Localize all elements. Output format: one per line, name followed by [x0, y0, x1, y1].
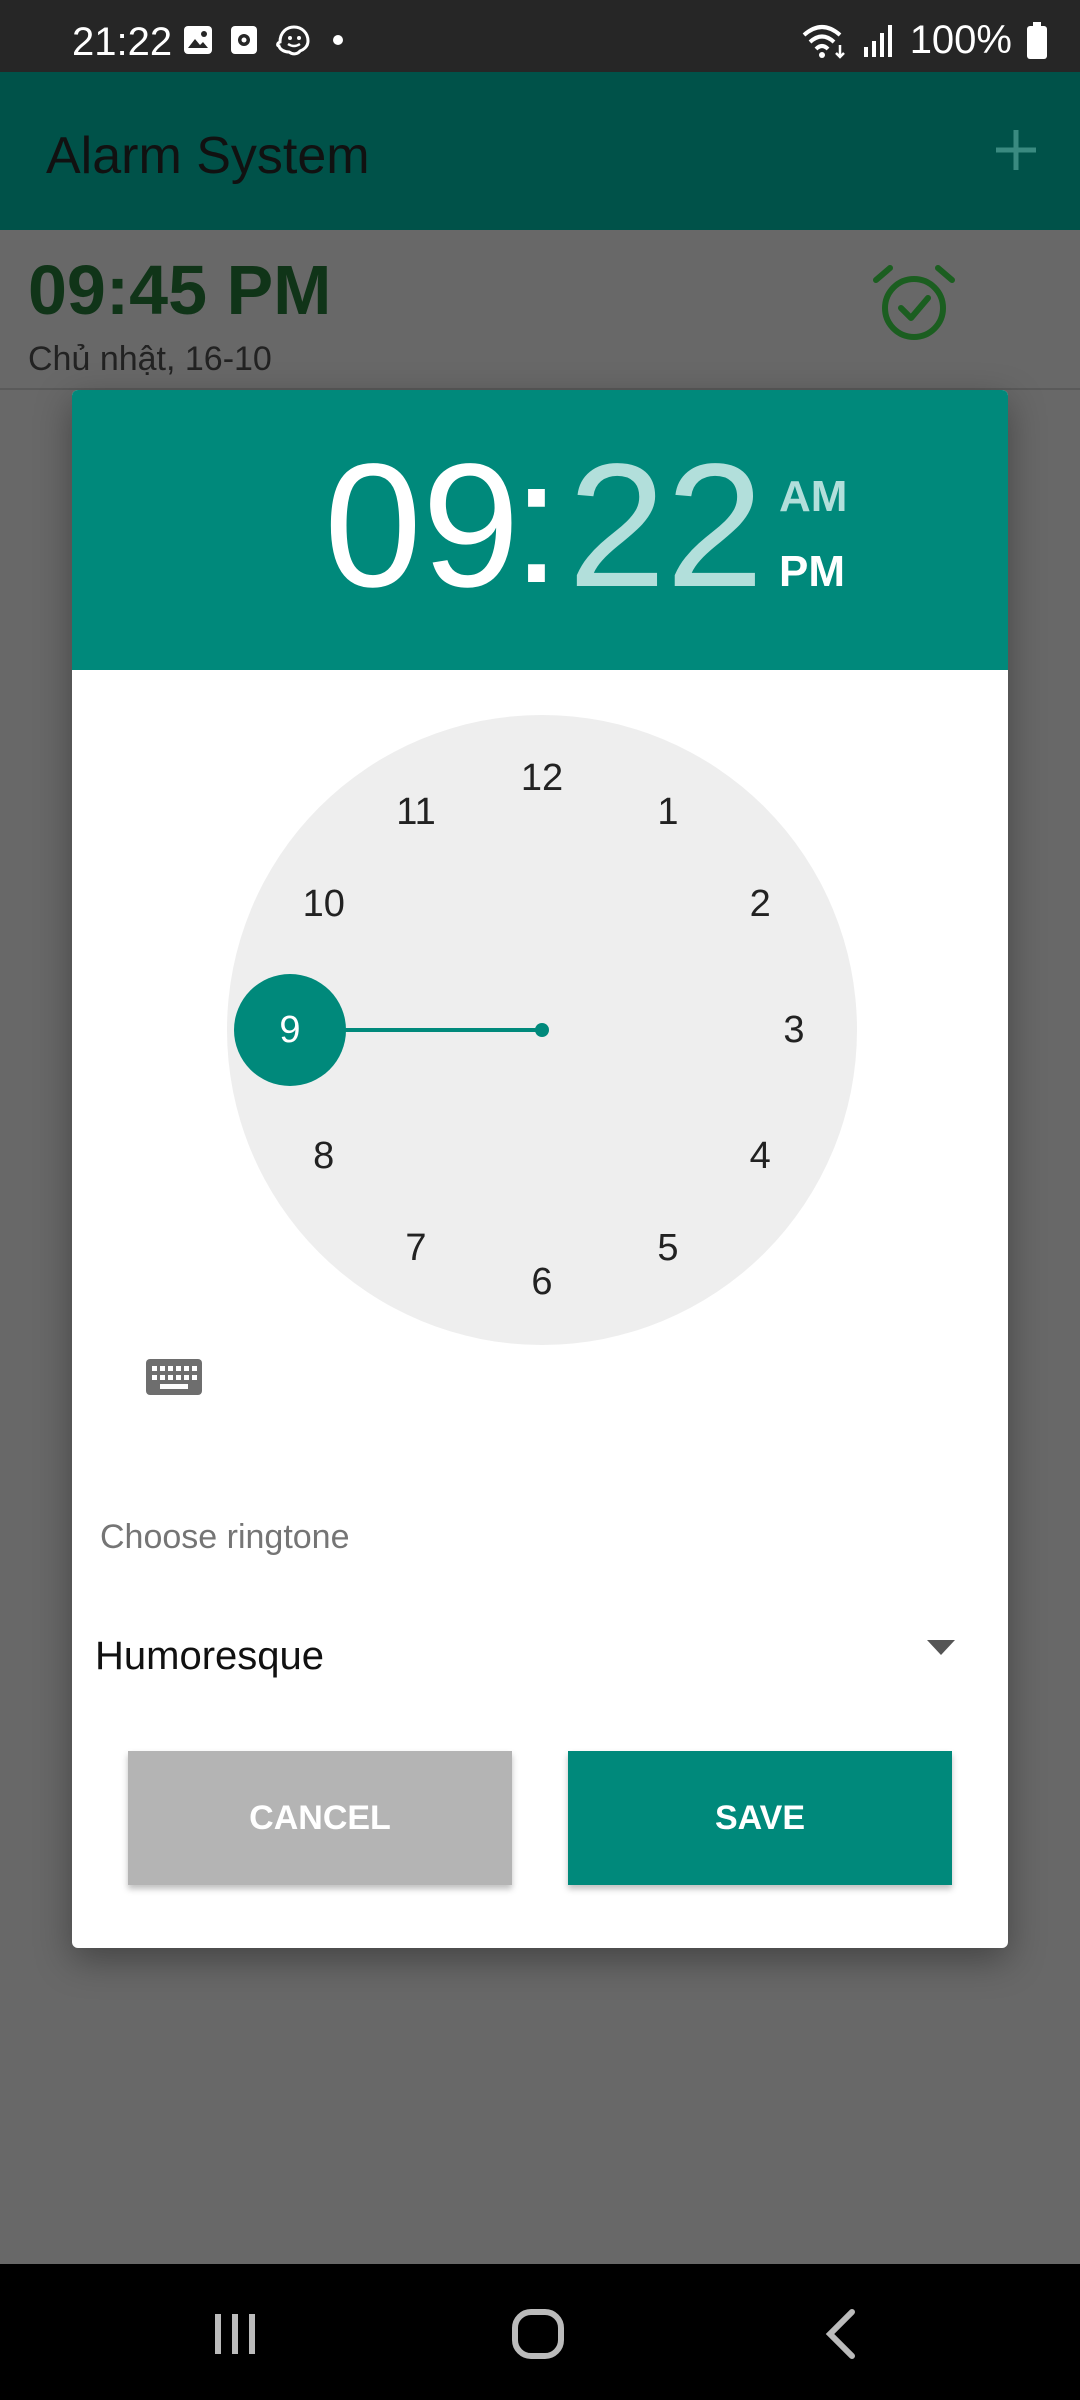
clock-number-8[interactable]: 8 [284, 1126, 364, 1186]
dot-icon [333, 35, 343, 45]
clock-number-7[interactable]: 7 [376, 1218, 456, 1278]
navigation-bar [0, 2264, 1080, 2400]
time-header: 09 : 22 AM PM [72, 390, 1008, 670]
time-separator: : [512, 424, 561, 620]
alarm-check-icon[interactable] [872, 262, 956, 346]
status-bar: 21:22 100% [0, 0, 1080, 72]
clock-number-6[interactable]: 6 [502, 1252, 582, 1312]
am-toggle[interactable]: AM [779, 472, 847, 522]
clock-number-4[interactable]: 4 [720, 1126, 800, 1186]
clock-number-1[interactable]: 1 [628, 782, 708, 842]
save-button[interactable]: SAVE [568, 1751, 952, 1885]
image-icon [184, 26, 212, 54]
time-picker-dialog: 09 : 22 AM PM 12 1 2 3 4 5 6 7 8 9 10 11 Choose rin… [72, 390, 1008, 1948]
ringtone-select[interactable]: Humoresque [95, 1634, 324, 1679]
keyboard-icon[interactable] [144, 1355, 204, 1399]
wifi-icon [802, 24, 845, 59]
signal-icon [863, 24, 892, 57]
plus-icon[interactable] [988, 122, 1044, 178]
clock-number-10[interactable]: 10 [284, 874, 364, 934]
clock-number-11[interactable]: 11 [376, 782, 456, 842]
waze-icon [276, 25, 310, 56]
screenshot-icon [231, 26, 257, 54]
minute-display[interactable]: 22 [568, 438, 764, 614]
back-icon[interactable] [796, 2304, 886, 2364]
battery-icon [1027, 21, 1047, 59]
system-indicators: 100% [800, 18, 1048, 63]
pm-toggle[interactable]: PM [779, 547, 845, 597]
clock-number-3[interactable]: 3 [754, 1000, 834, 1060]
status-time: 21:22 [72, 20, 173, 64]
home-icon[interactable] [493, 2304, 583, 2364]
ringtone-label: Choose ringtone [100, 1518, 350, 1556]
clock-number-12[interactable]: 12 [502, 748, 582, 808]
clock-number-5[interactable]: 5 [628, 1218, 708, 1278]
alarm-date: Chủ nhật, 16-10 [28, 340, 272, 378]
clock-number-9[interactable]: 9 [250, 1000, 330, 1060]
app-title: Alarm System [46, 127, 370, 185]
clock-number-2[interactable]: 2 [720, 874, 800, 934]
dropdown-arrow-icon[interactable] [925, 1637, 957, 1657]
alarm-time: 09:45 PM [28, 251, 332, 329]
hour-display[interactable]: 09 [324, 438, 520, 614]
recents-icon[interactable] [190, 2304, 280, 2364]
cancel-button[interactable]: CANCEL [128, 1751, 512, 1885]
battery-percent: 100% [909, 18, 1012, 62]
notification-icons [182, 24, 350, 58]
app-bar: Alarm System [0, 72, 1080, 230]
